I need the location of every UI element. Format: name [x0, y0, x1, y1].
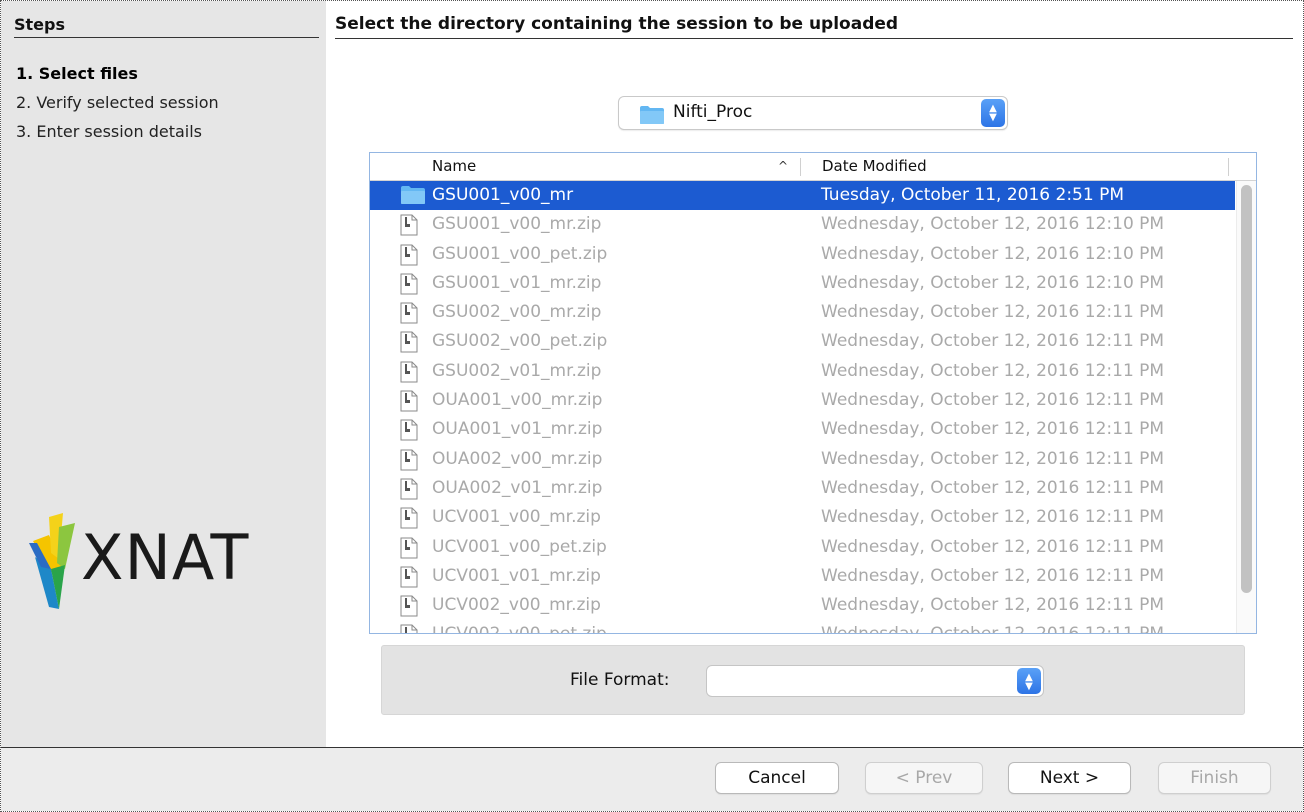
- chevron-updown-icon[interactable]: ▲ ▼: [1017, 668, 1041, 694]
- folder-icon: [400, 185, 426, 210]
- file-row[interactable]: GSU002_v00_mr.zip Wednesday, October 12, …: [370, 298, 1235, 327]
- file-name: GSU002_v00_pet.zip: [432, 331, 608, 352]
- zip-file-icon: [400, 595, 418, 622]
- file-row[interactable]: OUA001_v00_mr.zip Wednesday, October 12, …: [370, 386, 1235, 415]
- file-name: GSU001_v01_mr.zip: [432, 272, 602, 293]
- wizard-footer: Cancel < Prev Next > Finish: [1, 748, 1303, 811]
- file-rows: GSU001_v00_mr Tuesday, October 11, 2016 2…: [370, 181, 1235, 633]
- step-enter-details: 3. Enter session details: [16, 122, 202, 141]
- step-select-files: 1. Select files: [16, 64, 138, 83]
- column-divider: [1228, 158, 1229, 176]
- file-date-modified: Tuesday, October 11, 2016 2:51 PM: [821, 185, 1125, 205]
- xnat-logo: XNAT: [29, 513, 309, 613]
- file-name: UCV002_v00_pet.zip: [432, 624, 607, 633]
- scrollbar-thumb[interactable]: [1241, 185, 1252, 593]
- file-row[interactable]: GSU002_v00_pet.zip Wednesday, October 12,…: [370, 327, 1235, 356]
- file-format-select[interactable]: ▲ ▼: [706, 665, 1044, 697]
- column-header-name[interactable]: Name: [432, 157, 476, 175]
- zip-file-icon: [400, 390, 418, 417]
- file-date-modified: Wednesday, October 12, 2016 12:11 PM: [821, 360, 1165, 381]
- file-date-modified: Wednesday, October 12, 2016 12:11 PM: [821, 536, 1165, 557]
- file-format-label: File Format:: [570, 670, 670, 690]
- file-browser-list[interactable]: Name ^ Date Modified GSU001_v00_mr Tuesda…: [369, 152, 1257, 634]
- file-row[interactable]: OUA002_v00_mr.zip Wednesday, October 12, …: [370, 445, 1235, 474]
- file-date-modified: Wednesday, October 12, 2016 12:10 PM: [821, 243, 1165, 264]
- zip-file-icon: [400, 273, 418, 300]
- steps-list: 1. Select files 2. Verify selected sessi…: [16, 59, 219, 146]
- file-row[interactable]: GSU002_v01_mr.zip Wednesday, October 12, …: [370, 357, 1235, 386]
- file-name: GSU002_v01_mr.zip: [432, 360, 602, 381]
- file-date-modified: Wednesday, October 12, 2016 12:10 PM: [821, 272, 1165, 293]
- column-header-date-modified[interactable]: Date Modified: [822, 157, 927, 175]
- file-date-modified: Wednesday, October 12, 2016 12:11 PM: [821, 331, 1165, 352]
- zip-file-icon: [400, 507, 418, 534]
- file-row[interactable]: GSU001_v00_mr Tuesday, October 11, 2016 2…: [370, 181, 1235, 211]
- zip-file-icon: [400, 419, 418, 446]
- file-list-header: Name ^ Date Modified: [370, 153, 1256, 181]
- file-row[interactable]: UCV001_v01_mr.zip Wednesday, October 12, …: [370, 562, 1235, 591]
- file-name: GSU001_v00_pet.zip: [432, 243, 608, 264]
- file-row[interactable]: UCV002_v00_mr.zip Wednesday, October 12, …: [370, 591, 1235, 620]
- file-date-modified: Wednesday, October 12, 2016 12:10 PM: [821, 214, 1165, 235]
- file-row[interactable]: GSU001_v01_mr.zip Wednesday, October 12, …: [370, 269, 1235, 298]
- chevron-updown-icon[interactable]: ▲ ▼: [981, 99, 1005, 127]
- file-date-modified: Wednesday, October 12, 2016 12:11 PM: [821, 507, 1165, 528]
- file-name: GSU001_v00_mr: [432, 185, 574, 205]
- file-row[interactable]: OUA001_v01_mr.zip Wednesday, October 12, …: [370, 415, 1235, 444]
- file-date-modified: Wednesday, October 12, 2016 12:11 PM: [821, 595, 1165, 616]
- file-format-panel: File Format: ▲ ▼: [381, 645, 1245, 715]
- zip-file-icon: [400, 302, 418, 329]
- column-divider: [800, 158, 801, 176]
- steps-sidebar: Steps 1. Select files 2. Verify selected…: [1, 1, 326, 747]
- file-date-modified: Wednesday, October 12, 2016 12:11 PM: [821, 448, 1165, 469]
- steps-title: Steps: [14, 15, 319, 38]
- file-name: OUA002_v01_mr.zip: [432, 477, 603, 498]
- sort-ascending-icon[interactable]: ^: [778, 159, 788, 173]
- zip-file-icon: [400, 361, 418, 388]
- file-name: UCV002_v00_mr.zip: [432, 595, 601, 616]
- file-name: GSU002_v00_mr.zip: [432, 302, 602, 323]
- file-row[interactable]: UCV001_v00_pet.zip Wednesday, October 12,…: [370, 533, 1235, 562]
- next-button[interactable]: Next >: [1008, 762, 1131, 794]
- zip-file-icon: [400, 214, 418, 241]
- xnat-logo-text: XNAT: [81, 521, 250, 594]
- file-list-scrollbar[interactable]: [1236, 181, 1256, 633]
- directory-select-value: Nifti_Proc: [673, 102, 753, 122]
- file-date-modified: Wednesday, October 12, 2016 12:11 PM: [821, 419, 1165, 440]
- file-name: UCV001_v00_mr.zip: [432, 507, 601, 528]
- zip-file-icon: [400, 244, 418, 271]
- zip-file-icon: [400, 331, 418, 358]
- step-verify-session: 2. Verify selected session: [16, 93, 219, 112]
- file-date-modified: Wednesday, October 12, 2016 12:11 PM: [821, 477, 1165, 498]
- cancel-button[interactable]: Cancel: [715, 762, 839, 794]
- file-name: UCV001_v01_mr.zip: [432, 565, 601, 586]
- file-row[interactable]: UCV001_v00_mr.zip Wednesday, October 12, …: [370, 503, 1235, 532]
- file-name: UCV001_v00_pet.zip: [432, 536, 607, 557]
- finish-button[interactable]: Finish: [1158, 762, 1271, 794]
- zip-file-icon: [400, 624, 418, 633]
- file-date-modified: Wednesday, October 12, 2016 12:11 PM: [821, 565, 1165, 586]
- zip-file-icon: [400, 537, 418, 564]
- file-date-modified: Wednesday, October 12, 2016 12:11 PM: [821, 302, 1165, 323]
- file-name: OUA001_v01_mr.zip: [432, 419, 603, 440]
- file-date-modified: Wednesday, October 12, 2016 12:11 PM: [821, 390, 1165, 411]
- zip-file-icon: [400, 478, 418, 505]
- directory-select[interactable]: Nifti_Proc ▲ ▼: [618, 96, 1008, 130]
- file-name: OUA002_v00_mr.zip: [432, 448, 603, 469]
- zip-file-icon: [400, 449, 418, 476]
- file-name: OUA001_v00_mr.zip: [432, 390, 603, 411]
- folder-icon: [640, 106, 664, 124]
- file-row[interactable]: GSU001_v00_mr.zip Wednesday, October 12, …: [370, 210, 1235, 239]
- file-date-modified: Wednesday, October 12, 2016 12:11 PM: [821, 624, 1164, 633]
- zip-file-icon: [400, 566, 418, 593]
- file-row[interactable]: GSU001_v00_pet.zip Wednesday, October 12,…: [370, 240, 1235, 269]
- page-title: Select the directory containing the sess…: [335, 14, 1293, 39]
- file-name: GSU001_v00_mr.zip: [432, 214, 602, 235]
- file-row[interactable]: OUA002_v01_mr.zip Wednesday, October 12, …: [370, 474, 1235, 503]
- file-row[interactable]: UCV002_v00_pet.zip Wednesday, October 12,…: [370, 620, 1235, 633]
- prev-button[interactable]: < Prev: [865, 762, 983, 794]
